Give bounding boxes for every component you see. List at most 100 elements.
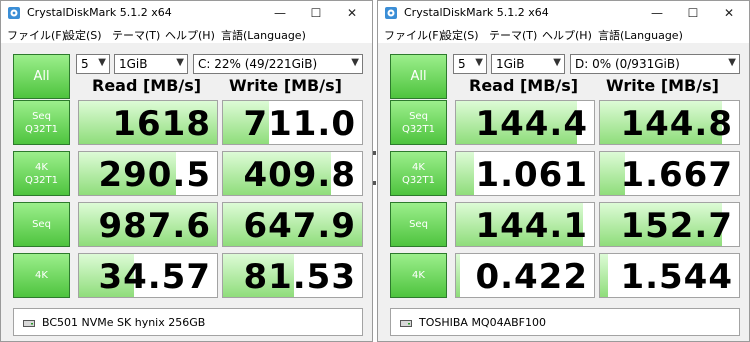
chevron-down-icon: ▼ <box>351 57 359 68</box>
4k-q32t1-button[interactable]: 4K Q32T1 <box>13 151 70 196</box>
test-size-value: 1GiB <box>496 57 525 71</box>
test-size-select[interactable]: 1GiB ▼ <box>114 54 188 74</box>
read-progress-bar <box>456 152 474 195</box>
comment-field[interactable]: BC501 NVMe SK hynix 256GB <box>13 308 363 336</box>
write-header: Write [MB/s] <box>606 76 719 95</box>
write-result-cell: 1.544 <box>599 253 740 298</box>
write-value: 1.667 <box>620 155 733 195</box>
maximize-icon[interactable]: ☐ <box>677 1 709 25</box>
row-label-line1: Seq <box>32 110 51 122</box>
menu-theme[interactable]: テーマ(T) <box>112 27 160 43</box>
menu-settings[interactable]: 設定(S) <box>64 27 102 43</box>
close-icon[interactable]: ✕ <box>713 1 745 25</box>
chevron-down-icon: ▼ <box>553 57 561 68</box>
comment-text: BC501 NVMe SK hynix 256GB <box>42 316 206 329</box>
read-header: Read [MB/s] <box>92 76 202 95</box>
menu-file[interactable]: ファイル(F) <box>384 27 443 43</box>
menu-language[interactable]: 言語(Language) <box>221 27 306 43</box>
drive-select[interactable]: D: 0% (0/931GiB) ▼ <box>570 54 740 74</box>
comment-text: TOSHIBA MQ04ABF100 <box>419 316 546 329</box>
write-result-cell: 144.8 <box>599 100 740 145</box>
drive-select[interactable]: C: 22% (49/221GiB) ▼ <box>193 54 363 74</box>
row-label-line2: Q32T1 <box>24 174 59 186</box>
menu-file[interactable]: ファイル(F) <box>7 27 66 43</box>
read-value: 987.6 <box>98 206 211 246</box>
read-result-cell: 1.061 <box>455 151 595 196</box>
row-label-line1: 4K <box>412 270 425 281</box>
read-value: 1618 <box>112 104 211 144</box>
write-result-cell: 81.53 <box>222 253 363 298</box>
write-result-cell: 1.667 <box>599 151 740 196</box>
menu-bar: ファイル(F) 設定(S) テーマ(T) ヘルプ(H) 言語(Language) <box>378 25 749 43</box>
read-value: 144.1 <box>475 206 588 246</box>
menu-language[interactable]: 言語(Language) <box>598 27 683 43</box>
test-count-select[interactable]: 5 ▼ <box>76 54 110 74</box>
seq-button[interactable]: Seq <box>390 202 447 247</box>
4k-button[interactable]: 4K <box>390 253 447 298</box>
read-result-cell: 987.6 <box>78 202 218 247</box>
drive-icon <box>23 320 35 327</box>
window-title: CrystalDiskMark 5.1.2 x64 <box>27 6 172 19</box>
write-value: 144.8 <box>620 104 733 144</box>
chevron-down-icon: ▼ <box>728 57 736 68</box>
read-value: 0.422 <box>475 257 588 297</box>
write-value: 409.8 <box>243 155 356 195</box>
read-header: Read [MB/s] <box>469 76 579 95</box>
menu-help[interactable]: ヘルプ(H) <box>542 27 592 43</box>
splitter-mark <box>373 151 376 155</box>
write-header: Write [MB/s] <box>229 76 342 95</box>
test-count-select[interactable]: 5 ▼ <box>453 54 487 74</box>
write-result-cell: 647.9 <box>222 202 363 247</box>
chevron-down-icon: ▼ <box>176 57 184 68</box>
seq-q32t1-button[interactable]: Seq Q32T1 <box>13 100 70 145</box>
title-bar[interactable]: CrystalDiskMark 5.1.2 x64 — ☐ ✕ <box>378 1 749 25</box>
write-value: 81.53 <box>243 257 356 297</box>
menu-theme[interactable]: テーマ(T) <box>489 27 537 43</box>
window-title: CrystalDiskMark 5.1.2 x64 <box>404 6 549 19</box>
read-value: 144.4 <box>475 104 588 144</box>
benchmark-panel: All 5 ▼ 1GiB ▼ D: 0% (0/931GiB) ▼ Read [MB/… <box>378 44 749 341</box>
minimize-icon[interactable]: — <box>641 1 673 25</box>
close-icon[interactable]: ✕ <box>336 1 368 25</box>
splitter-mark <box>373 181 376 185</box>
write-value: 711.0 <box>243 104 356 144</box>
row-label-line2: Q32T1 <box>401 174 436 186</box>
all-button[interactable]: All <box>13 54 70 99</box>
row-label-line2: Q32T1 <box>24 123 59 135</box>
write-progress-bar <box>600 254 609 297</box>
seq-button[interactable]: Seq <box>13 202 70 247</box>
all-button[interactable]: All <box>390 54 447 99</box>
read-result-cell: 0.422 <box>455 253 595 298</box>
test-size-select[interactable]: 1GiB ▼ <box>491 54 565 74</box>
drive-icon <box>400 320 412 327</box>
write-value: 1.544 <box>620 257 733 297</box>
maximize-icon[interactable]: ☐ <box>300 1 332 25</box>
read-result-cell: 1618 <box>78 100 218 145</box>
chevron-down-icon: ▼ <box>98 57 106 68</box>
seq-q32t1-button[interactable]: Seq Q32T1 <box>390 100 447 145</box>
read-result-cell: 34.57 <box>78 253 218 298</box>
read-value: 290.5 <box>98 155 211 195</box>
row-label-line1: 4K <box>35 270 48 281</box>
benchmark-panel: All 5 ▼ 1GiB ▼ C: 22% (49/221GiB) ▼ Read [M… <box>1 44 372 341</box>
menu-help[interactable]: ヘルプ(H) <box>165 27 215 43</box>
write-result-cell: 409.8 <box>222 151 363 196</box>
test-count-value: 5 <box>81 57 89 71</box>
comment-field[interactable]: TOSHIBA MQ04ABF100 <box>390 308 740 336</box>
4k-q32t1-button[interactable]: 4K Q32T1 <box>390 151 447 196</box>
row-label-line1: 4K <box>35 161 48 173</box>
read-result-cell: 144.4 <box>455 100 595 145</box>
4k-button[interactable]: 4K <box>13 253 70 298</box>
minimize-icon[interactable]: — <box>264 1 296 25</box>
row-label-line1: Seq <box>409 219 428 230</box>
menu-settings[interactable]: 設定(S) <box>441 27 479 43</box>
read-result-cell: 144.1 <box>455 202 595 247</box>
menu-bar: ファイル(F) 設定(S) テーマ(T) ヘルプ(H) 言語(Language) <box>1 25 372 43</box>
read-progress-bar <box>456 254 461 297</box>
read-value: 1.061 <box>475 155 588 195</box>
cdm-window-right: CrystalDiskMark 5.1.2 x64 — ☐ ✕ ファイル(F) … <box>377 0 750 342</box>
row-label-line1: Seq <box>32 219 51 230</box>
title-bar[interactable]: CrystalDiskMark 5.1.2 x64 — ☐ ✕ <box>1 1 372 25</box>
row-label-line2: Q32T1 <box>401 123 436 135</box>
write-result-cell: 711.0 <box>222 100 363 145</box>
